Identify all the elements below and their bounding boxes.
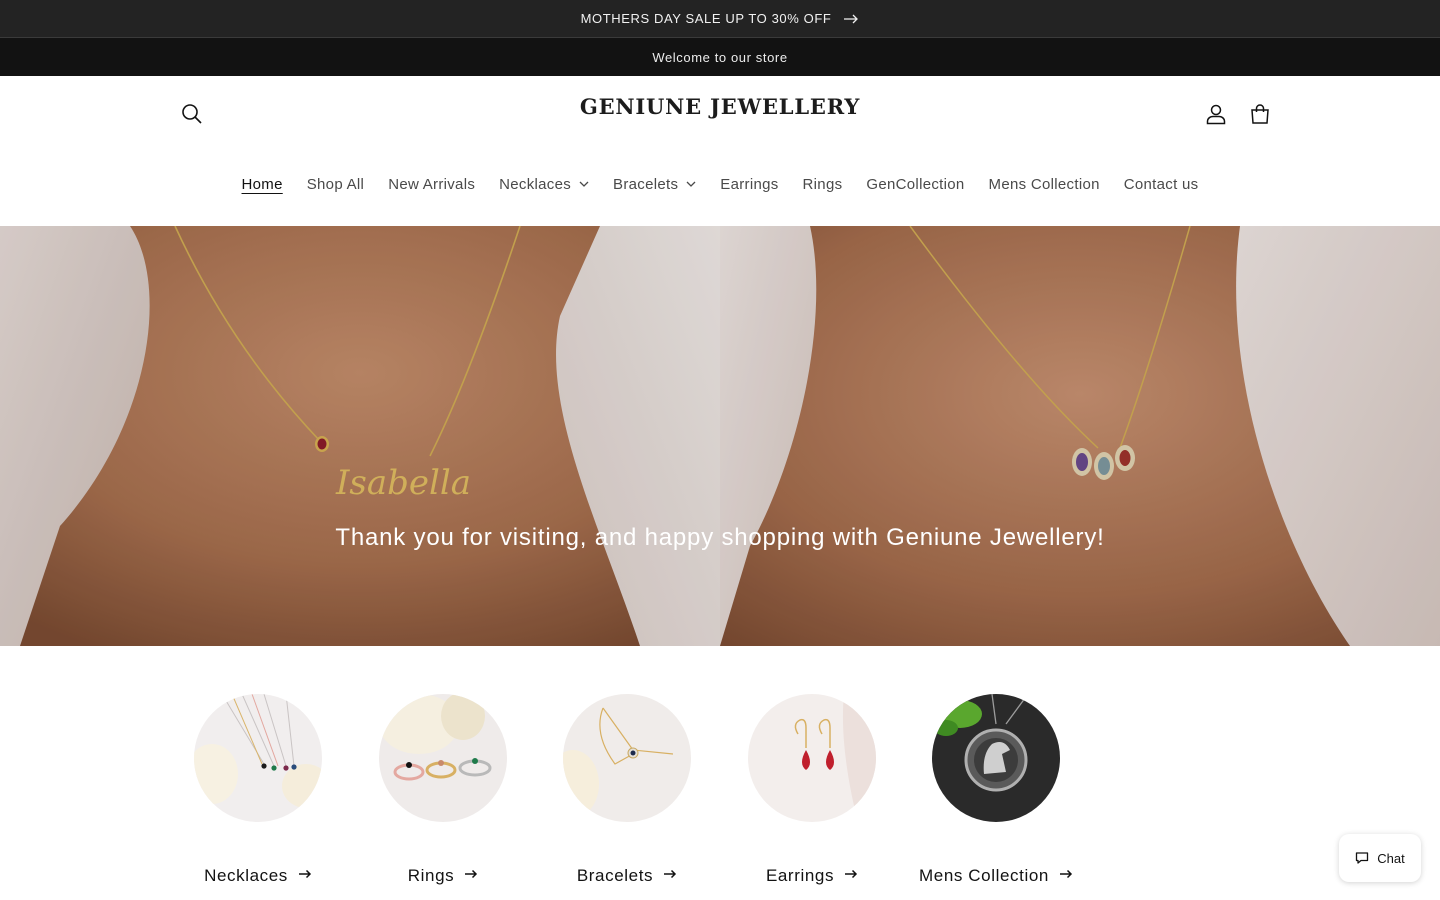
nav-item-shop-all[interactable]: Shop All [295, 176, 376, 193]
nav-item-new-arrivals[interactable]: New Arrivals [376, 176, 487, 193]
collection-image-bracelets[interactable] [563, 694, 691, 822]
collection-label: Earrings [765, 866, 835, 885]
collection-card-necklaces[interactable]: Necklaces [194, 694, 322, 888]
announcement-bar-welcome: Welcome to our store [0, 38, 1440, 76]
chat-icon [1355, 851, 1369, 865]
arrow-right-icon [464, 869, 478, 879]
nav-label: Bracelets [613, 175, 679, 193]
collection-label: Mens Collection [919, 866, 1049, 885]
nav-item-gencollection[interactable]: GenCollection [854, 176, 976, 193]
nav-label: Mens Collection [988, 175, 1100, 193]
arrow-right-icon [843, 14, 859, 24]
collection-title[interactable]: Bracelets [542, 864, 712, 888]
nav-label: Shop All [306, 175, 365, 193]
announcement-bar-sale[interactable]: MOTHERS DAY SALE UP TO 30% OFF [0, 0, 1440, 38]
arrow-right-icon [844, 869, 858, 879]
collection-image-mens-collection[interactable] [932, 694, 1060, 822]
collection-card-mens-collection[interactable]: Mens Collection [919, 694, 1073, 888]
collection-image-rings[interactable] [379, 694, 507, 822]
nav-label: Earrings [720, 175, 779, 193]
main-navigation: Home Shop All New Arrivals Necklaces Bra… [0, 170, 1440, 198]
nav-label: Home [241, 175, 283, 193]
nav-item-necklaces[interactable]: Necklaces [487, 176, 601, 193]
collection-card-rings[interactable]: Rings [379, 694, 507, 888]
welcome-text: Welcome to our store [652, 49, 788, 65]
nav-item-mens-collection[interactable]: Mens Collection [977, 176, 1112, 193]
arrow-right-icon [298, 869, 312, 879]
nav-label: GenCollection [866, 175, 965, 193]
collection-label: Rings [407, 866, 455, 885]
nav-item-earrings[interactable]: Earrings [708, 176, 790, 193]
collection-label: Bracelets [576, 866, 654, 885]
arrow-right-icon [663, 869, 677, 879]
nav-label: Necklaces [499, 175, 572, 193]
collection-title[interactable]: Rings [358, 864, 528, 888]
chevron-down-icon [686, 181, 696, 187]
nav-item-bracelets[interactable]: Bracelets [601, 176, 708, 193]
cart-icon[interactable] [1240, 94, 1280, 134]
collection-image-earrings[interactable] [748, 694, 876, 822]
collection-title[interactable]: Earrings [727, 864, 897, 888]
site-header: GENIUNE JEWELLERY Home Shop All New Arri… [0, 76, 1440, 226]
nav-label: Contact us [1123, 175, 1199, 193]
nav-label: New Arrivals [388, 175, 476, 193]
collection-image-necklaces[interactable] [194, 694, 322, 822]
collection-card-earrings[interactable]: Earrings [748, 694, 876, 888]
nav-item-rings[interactable]: Rings [791, 176, 855, 193]
sale-announcement-text[interactable]: MOTHERS DAY SALE UP TO 30% OFF [581, 11, 832, 26]
arrow-right-icon [1059, 869, 1073, 879]
collection-list: Necklaces Rings Bracelets Earrings Mens … [0, 646, 1440, 900]
hero-overlay [0, 226, 1440, 646]
account-icon[interactable] [1196, 94, 1236, 134]
hero-tagline: Thank you for visiting, and happy shoppi… [335, 524, 1105, 551]
collection-card-bracelets[interactable]: Bracelets [563, 694, 691, 888]
nav-item-contact-us[interactable]: Contact us [1112, 176, 1211, 193]
collection-title[interactable]: Necklaces [173, 864, 343, 888]
nav-item-home[interactable]: Home [230, 176, 295, 193]
chat-button[interactable]: Chat [1339, 834, 1421, 882]
hero-banner: Isabella Thank you for visiting, and hap… [0, 226, 1440, 646]
chat-label: Chat [1377, 850, 1405, 866]
chevron-down-icon [579, 181, 589, 187]
collection-title[interactable]: Mens Collection [911, 864, 1081, 888]
nav-label: Rings [802, 175, 843, 193]
collection-label: Necklaces [204, 866, 288, 885]
